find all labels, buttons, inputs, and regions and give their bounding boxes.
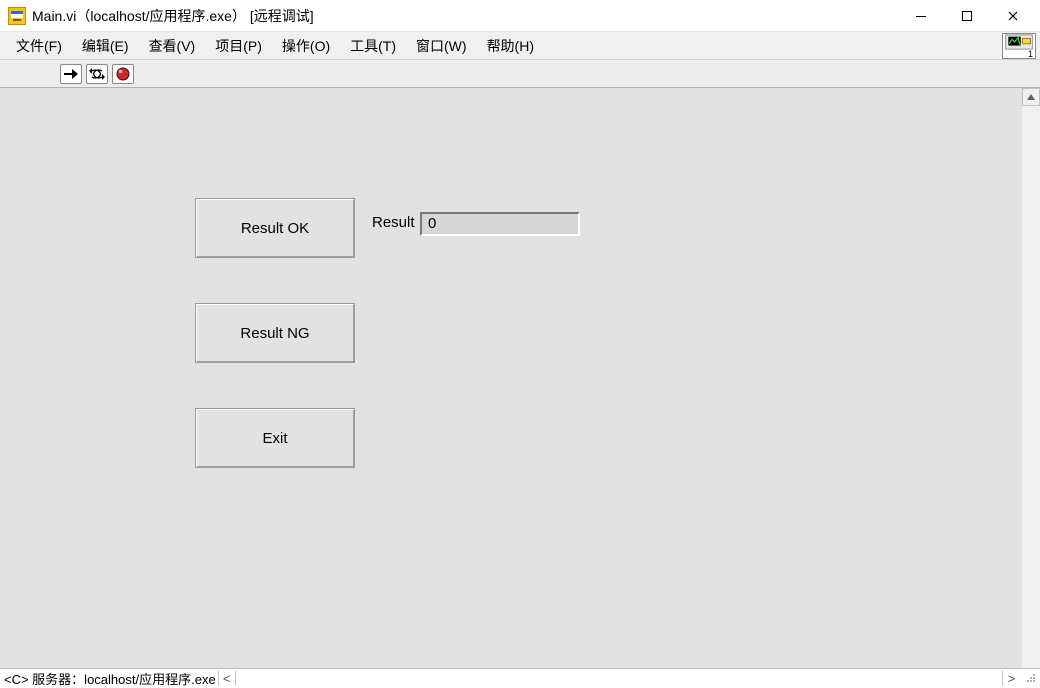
title-bar: Main.vi（localhost/应用程序.exe） [远程调试] (0, 0, 1040, 32)
vi-icon-badge: 1 (1003, 50, 1035, 58)
menu-project[interactable]: 项目(P) (205, 32, 272, 60)
minimize-button[interactable] (898, 2, 944, 30)
menu-help[interactable]: 帮助(H) (477, 32, 544, 60)
result-label: Result (372, 214, 415, 231)
result-ok-button[interactable]: Result OK (195, 198, 355, 258)
menu-operate[interactable]: 操作(O) (272, 32, 340, 60)
menu-file[interactable]: 文件(F) (6, 32, 72, 60)
close-button[interactable] (990, 2, 1036, 30)
scroll-up-button[interactable] (1022, 88, 1040, 106)
app-icon (8, 7, 26, 25)
front-panel: Result OK Result NG Exit Result 0 (0, 88, 1040, 668)
status-bar: <C> 服务器：localhost/应用程序.exe < > (0, 668, 1040, 688)
toolbar (0, 60, 1040, 88)
window-title: Main.vi（localhost/应用程序.exe） [远程调试] (32, 6, 314, 26)
result-ng-button[interactable]: Result NG (195, 303, 355, 363)
exit-button[interactable]: Exit (195, 408, 355, 468)
menu-window[interactable]: 窗口(W) (406, 32, 477, 60)
run-button[interactable] (60, 64, 82, 84)
status-scroll-left[interactable]: < (218, 671, 236, 686)
resize-grip-icon[interactable] (1020, 671, 1036, 686)
vi-icon[interactable]: 1 (1002, 33, 1036, 59)
maximize-button[interactable] (944, 2, 990, 30)
menu-bar: 文件(F) 编辑(E) 查看(V) 项目(P) 操作(O) 工具(T) 窗口(W… (0, 32, 1040, 60)
status-text: <C> 服务器：localhost/应用程序.exe (4, 669, 216, 688)
status-scroll-right[interactable]: > (1002, 671, 1020, 686)
run-continuous-button[interactable] (86, 64, 108, 84)
menu-edit[interactable]: 编辑(E) (72, 32, 139, 60)
menu-view[interactable]: 查看(V) (139, 32, 206, 60)
abort-button[interactable] (112, 64, 134, 84)
result-indicator: 0 (420, 212, 580, 236)
menu-tools[interactable]: 工具(T) (340, 32, 406, 60)
